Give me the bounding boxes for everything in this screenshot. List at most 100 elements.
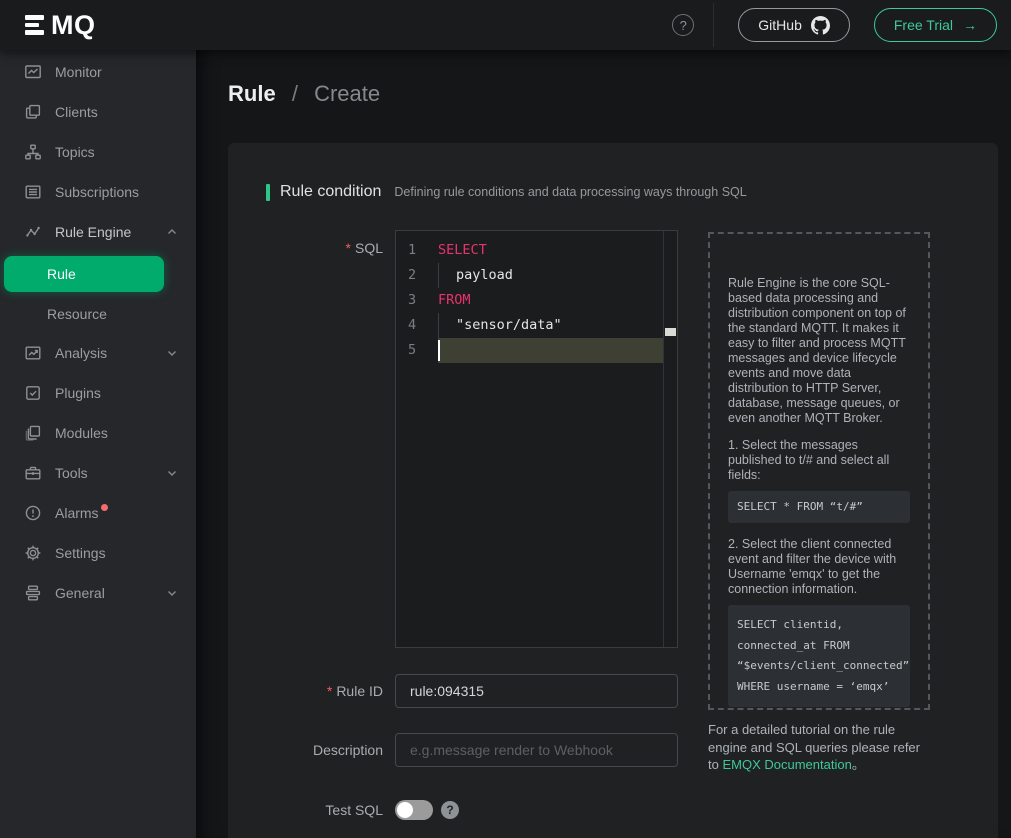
sql-text: "sensor/data"	[438, 313, 663, 338]
free-trial-label: Free Trial	[894, 17, 953, 33]
sql-keyword: FROM	[438, 288, 663, 313]
topbar-actions: ? GitHub Free Trial →	[672, 3, 1011, 47]
gear-icon	[24, 544, 42, 562]
alarms-icon	[24, 504, 42, 522]
line-number: 5	[396, 338, 438, 363]
rule-engine-icon	[24, 223, 42, 241]
section-accent-bar	[266, 184, 270, 201]
sidebar-item-monitor[interactable]: Monitor	[0, 52, 196, 92]
sidebar: Monitor Clients Topics Subscriptions Rul…	[0, 50, 196, 838]
sidebar-item-label: Analysis	[55, 345, 107, 361]
docs-intro-text: Rule Engine is the core SQL-based data p…	[728, 276, 910, 426]
section-header: Rule condition Defining rule conditions …	[266, 183, 747, 201]
github-icon	[811, 16, 830, 35]
editor-line: 3 FROM	[396, 288, 677, 313]
sidebar-item-analysis[interactable]: Analysis	[0, 333, 196, 373]
editor-scrollbar[interactable]	[663, 231, 677, 647]
test-sql-label: Test SQL	[228, 800, 383, 820]
monitor-icon	[24, 63, 42, 81]
sidebar-item-label: Plugins	[55, 385, 101, 401]
docs-example1-code: SELECT * FROM “t/#”	[728, 491, 910, 523]
chevron-down-icon	[166, 587, 178, 599]
section-subtitle: Defining rule conditions and data proces…	[394, 185, 746, 199]
topics-icon	[24, 143, 42, 161]
sql-keyword: SELECT	[438, 238, 663, 263]
test-sql-toggle[interactable]	[395, 800, 433, 820]
chevron-down-icon	[166, 347, 178, 359]
section-title: Rule condition	[280, 183, 381, 201]
alarm-badge-dot	[101, 504, 108, 511]
sql-code-editor[interactable]: 1 SELECT 2 payload 3 FROM 4 "sensor/data…	[395, 230, 678, 648]
sidebar-item-label: Clients	[55, 104, 98, 120]
editor-line: 1 SELECT	[396, 238, 677, 263]
line-number: 3	[396, 288, 438, 313]
emqx-documentation-link[interactable]: EMQX Documentation	[722, 757, 851, 772]
github-button[interactable]: GitHub	[738, 8, 850, 42]
code-line: WHERE username = ‘emqx’	[737, 677, 901, 698]
sidebar-item-label: Settings	[55, 545, 106, 561]
docs-footer-text: For a detailed tutorial on the rule engi…	[708, 721, 930, 774]
test-sql-help-icon[interactable]: ?	[441, 801, 459, 819]
line-number: 4	[396, 313, 438, 338]
sidebar-item-clients[interactable]: Clients	[0, 92, 196, 132]
subscriptions-icon	[24, 183, 42, 201]
editor-line: 4 "sensor/data"	[396, 313, 677, 338]
main-content: Rule / Create Rule condition Defining ru…	[196, 50, 1011, 838]
modules-icon	[24, 424, 42, 442]
sidebar-item-modules[interactable]: Modules	[0, 413, 196, 453]
sidebar-item-plugins[interactable]: Plugins	[0, 373, 196, 413]
help-icon[interactable]: ?	[672, 14, 694, 36]
sidebar-item-rule-engine[interactable]: Rule Engine	[0, 212, 196, 252]
sidebar-item-label: General	[55, 585, 105, 601]
rule-create-card: Rule condition Defining rule conditions …	[228, 143, 998, 838]
rule-id-label: *Rule ID	[228, 674, 383, 708]
rule-id-input[interactable]	[395, 674, 678, 708]
arrow-right-icon: →	[963, 17, 977, 33]
sidebar-item-subscriptions[interactable]: Subscriptions	[0, 172, 196, 212]
docs-example2-code: SELECT clientid, connected_at FROM “$eve…	[728, 605, 910, 707]
sidebar-item-label: Topics	[55, 144, 95, 160]
sidebar-item-resource[interactable]: Resource	[0, 295, 196, 333]
general-icon	[24, 584, 42, 602]
toggle-knob	[397, 802, 413, 818]
emq-logo-text: MQ	[51, 12, 96, 39]
emq-logo-icon	[25, 15, 44, 35]
sql-text: payload	[438, 263, 663, 288]
editor-scrollbar-thumb[interactable]	[665, 328, 676, 336]
sidebar-item-topics[interactable]: Topics	[0, 132, 196, 172]
sidebar-item-tools[interactable]: Tools	[0, 453, 196, 493]
top-bar: MQ ? GitHub Free Trial →	[0, 0, 1011, 50]
sidebar-item-label: Monitor	[55, 64, 102, 80]
description-label: Description	[228, 733, 383, 767]
free-trial-button[interactable]: Free Trial →	[874, 8, 997, 42]
sidebar-item-label: Modules	[55, 425, 108, 441]
sidebar-item-rule[interactable]: Rule	[4, 256, 164, 292]
sql-active-line	[438, 338, 663, 363]
breadcrumb-create: Create	[314, 81, 380, 106]
rule-engine-docs-panel: Rule Engine is the core SQL-based data p…	[708, 232, 930, 710]
sidebar-item-settings[interactable]: Settings	[0, 533, 196, 573]
topbar-divider	[713, 3, 714, 47]
breadcrumb: Rule / Create	[228, 81, 380, 107]
breadcrumb-rule[interactable]: Rule	[228, 81, 276, 106]
sql-field-label: *SQL	[228, 238, 383, 258]
sidebar-item-label: Subscriptions	[55, 184, 139, 200]
sidebar-item-general[interactable]: General	[0, 573, 196, 613]
line-number: 2	[396, 263, 438, 288]
plugins-icon	[24, 384, 42, 402]
sidebar-item-label: Rule Engine	[55, 224, 131, 240]
tools-icon	[24, 464, 42, 482]
text-cursor	[438, 340, 440, 361]
editor-line-active: 5	[396, 338, 677, 363]
editor-line: 2 payload	[396, 263, 677, 288]
docs-example1-label: 1. Select the messages published to t/# …	[728, 438, 910, 483]
sidebar-item-alarms[interactable]: Alarms	[0, 493, 196, 533]
docs-example2-label: 2. Select the client connected event and…	[728, 537, 910, 597]
emq-logo[interactable]: MQ	[0, 12, 196, 39]
code-line: SELECT clientid,	[737, 615, 901, 636]
sidebar-item-label: Tools	[55, 465, 88, 481]
description-input[interactable]	[395, 733, 678, 767]
clients-icon	[24, 103, 42, 121]
line-number: 1	[396, 238, 438, 263]
github-button-label: GitHub	[758, 17, 802, 33]
